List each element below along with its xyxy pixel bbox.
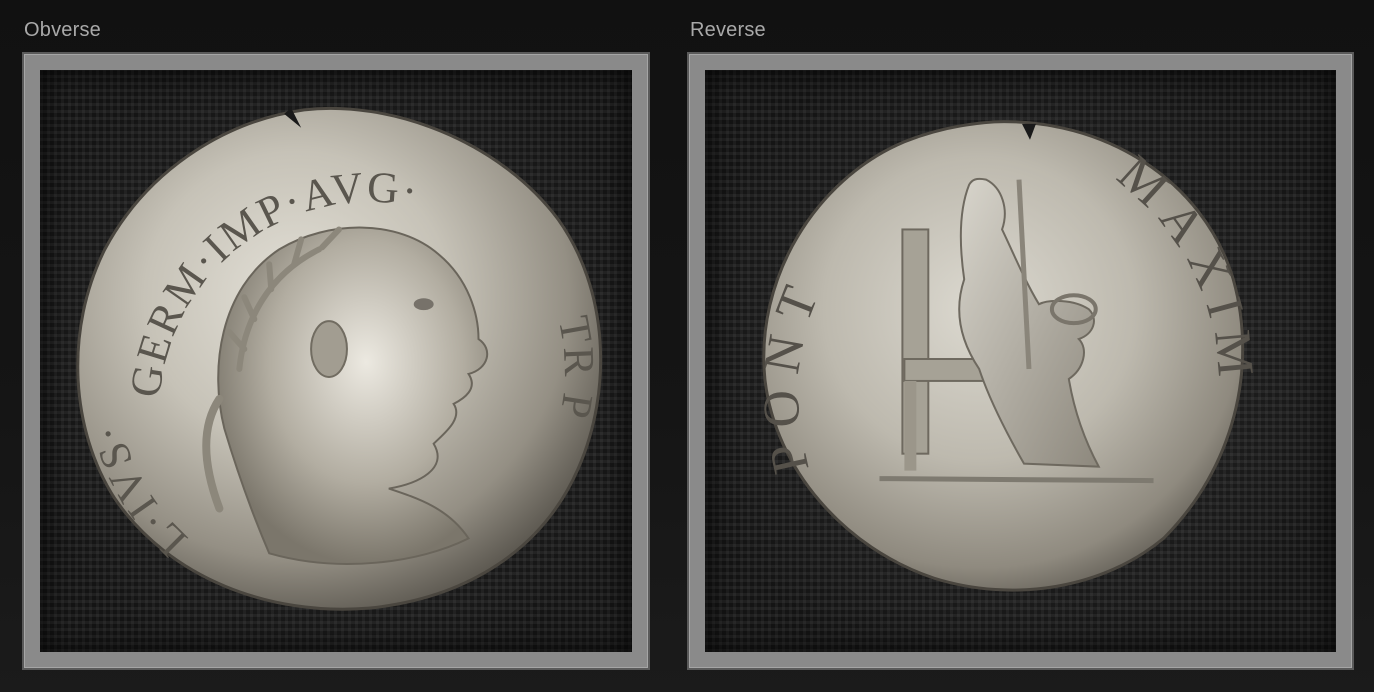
obverse-photo: GERM·IMP·AVG· L·IVS· TR P bbox=[40, 70, 632, 652]
svg-text:TR P: TR P bbox=[549, 312, 603, 423]
reverse-frame: PONT MAXIM bbox=[687, 52, 1354, 670]
obverse-legend-right: TR P bbox=[549, 312, 601, 423]
obverse-label: Obverse bbox=[24, 19, 101, 41]
reverse-label: Reverse bbox=[690, 19, 766, 41]
reverse-coin-image: PONT MAXIM bbox=[753, 120, 1253, 592]
obverse-frame: GERM·IMP·AVG· L·IVS· TR P bbox=[22, 52, 650, 670]
reverse-photo: PONT MAXIM bbox=[705, 70, 1336, 652]
obverse-coin-image: GERM·IMP·AVG· L·IVS· TR P bbox=[76, 106, 603, 611]
